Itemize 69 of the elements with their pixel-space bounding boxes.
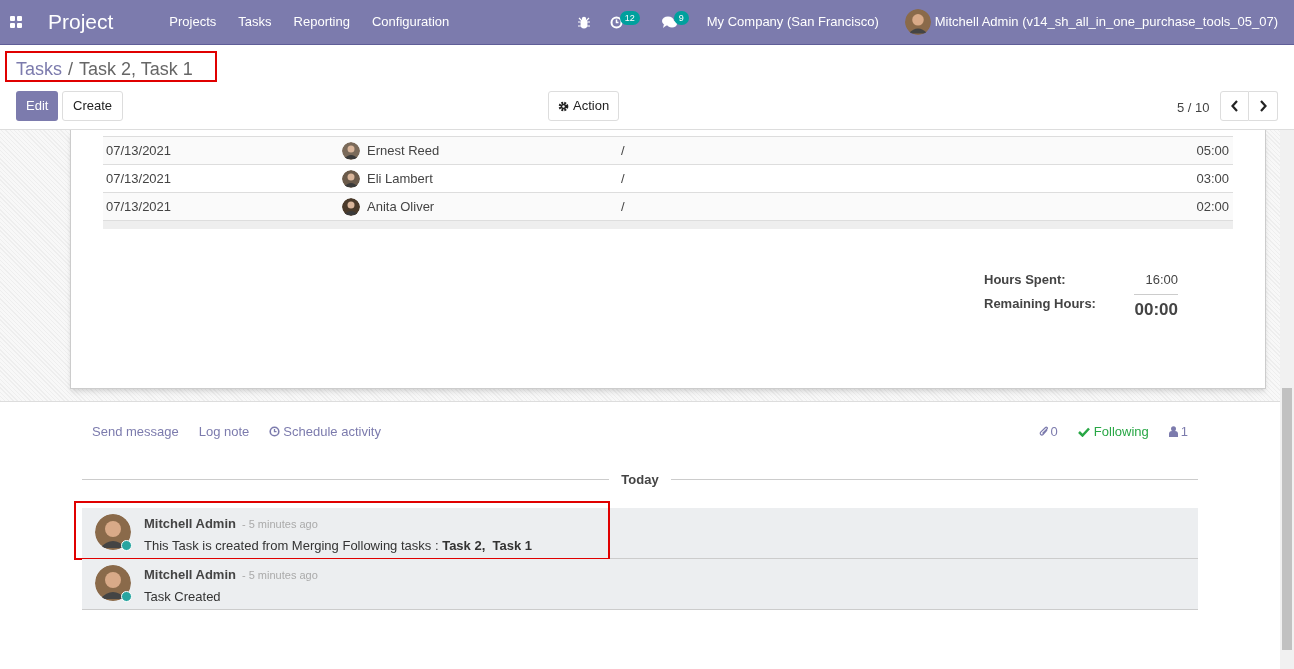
menu-item[interactable]: Reporting xyxy=(282,12,361,32)
scrollbar-thumb[interactable] xyxy=(1282,388,1292,650)
company-switcher[interactable]: My Company (San Francisco) xyxy=(706,12,879,32)
date-cell-text: 07/13/2021 xyxy=(105,169,173,188)
user-menu[interactable]: Mitchell Admin (v14_sh_all_in_one_purchase_tools_05_07) xyxy=(934,12,1278,32)
followers-button[interactable]: 1 xyxy=(1168,422,1188,442)
avatar-icon xyxy=(342,169,360,188)
bug-icon[interactable] xyxy=(577,15,590,29)
online-status-icon xyxy=(121,540,132,551)
schedule-activity-link[interactable]: Schedule activity xyxy=(269,422,381,442)
author-avatar xyxy=(95,514,131,550)
breadcrumb-link[interactable]: Tasks xyxy=(16,55,62,83)
message-body: Task Created xyxy=(144,587,222,606)
chat-icon[interactable] xyxy=(661,15,677,29)
message-badge: 9 xyxy=(673,11,689,25)
online-status-icon xyxy=(121,591,132,602)
message-body: This Task is created from Merging Following tasks : Task 2, Task 1 xyxy=(144,536,532,555)
chatter-action[interactable]: Send message xyxy=(92,422,179,442)
gear-icon xyxy=(558,100,569,112)
user-avatar[interactable] xyxy=(904,9,931,35)
message-author: Mitchell Admin xyxy=(144,566,236,584)
edit-button[interactable]: Edit xyxy=(16,91,59,121)
clock-icon xyxy=(269,426,281,438)
clock-icon[interactable] xyxy=(609,15,623,29)
avatar-icon xyxy=(342,197,360,216)
description-cell-text: / xyxy=(621,197,626,216)
total-value: 00:00 xyxy=(1134,293,1178,322)
action-button[interactable]: Action xyxy=(548,91,620,121)
activity-badge: 12 xyxy=(619,11,640,25)
duration-cell-text: 03:00 xyxy=(1196,169,1230,188)
total-label: Remaining Hours: xyxy=(984,294,1096,313)
menu-item[interactable]: Configuration xyxy=(360,12,461,32)
employee-cell-text: Ernest Reed xyxy=(367,141,440,160)
timesheet-row[interactable]: 07/13/2021 Anita Oliver / 02:00 xyxy=(103,193,1233,221)
menu-item[interactable]: Tasks xyxy=(227,12,283,32)
date-cell-text: 07/13/2021 xyxy=(105,141,173,160)
total-value: 16:00 xyxy=(1145,271,1178,289)
timesheet-row[interactable]: 07/13/2021 Ernest Reed / 05:00 xyxy=(103,137,1233,165)
breadcrumb-separator: / xyxy=(68,57,74,81)
description-cell-text: / xyxy=(621,141,626,160)
message-time: - 5 minutes ago xyxy=(241,517,318,532)
create-button[interactable]: Create xyxy=(62,91,124,121)
duration-cell-text: 05:00 xyxy=(1196,141,1230,160)
message-time: - 5 minutes ago xyxy=(241,568,318,583)
total-label: Hours Spent: xyxy=(984,271,1066,289)
app-title: Project xyxy=(48,9,114,36)
message-author: Mitchell Admin xyxy=(144,515,236,533)
previous-button[interactable] xyxy=(1220,91,1249,121)
author-avatar xyxy=(95,565,131,601)
paperclip-icon xyxy=(1038,426,1049,438)
duration-cell-text: 02:00 xyxy=(1196,197,1230,216)
description-cell-text: / xyxy=(621,169,626,188)
pager-value: 5 / 10 xyxy=(1177,99,1210,117)
chatter-action[interactable]: Log note xyxy=(198,422,250,442)
date-separator: Today xyxy=(620,470,660,489)
apps-menu-icon[interactable] xyxy=(10,16,22,28)
chevron-right-icon xyxy=(1259,100,1267,112)
date-cell-text: 07/13/2021 xyxy=(105,197,173,216)
next-button[interactable] xyxy=(1249,91,1278,121)
check-icon xyxy=(1077,426,1090,437)
menu-item[interactable]: Projects xyxy=(158,12,228,32)
breadcrumb-current: Task 2, Task 1 xyxy=(79,57,193,81)
employee-cell-text: Eli Lambert xyxy=(367,169,433,188)
person-icon xyxy=(1168,426,1178,438)
employee-cell-text: Anita Oliver xyxy=(367,197,435,216)
avatar-icon xyxy=(342,141,360,160)
following-button[interactable]: Following xyxy=(1077,422,1149,442)
attachments-button[interactable]: 0 xyxy=(1038,422,1058,442)
chevron-left-icon xyxy=(1230,100,1239,112)
